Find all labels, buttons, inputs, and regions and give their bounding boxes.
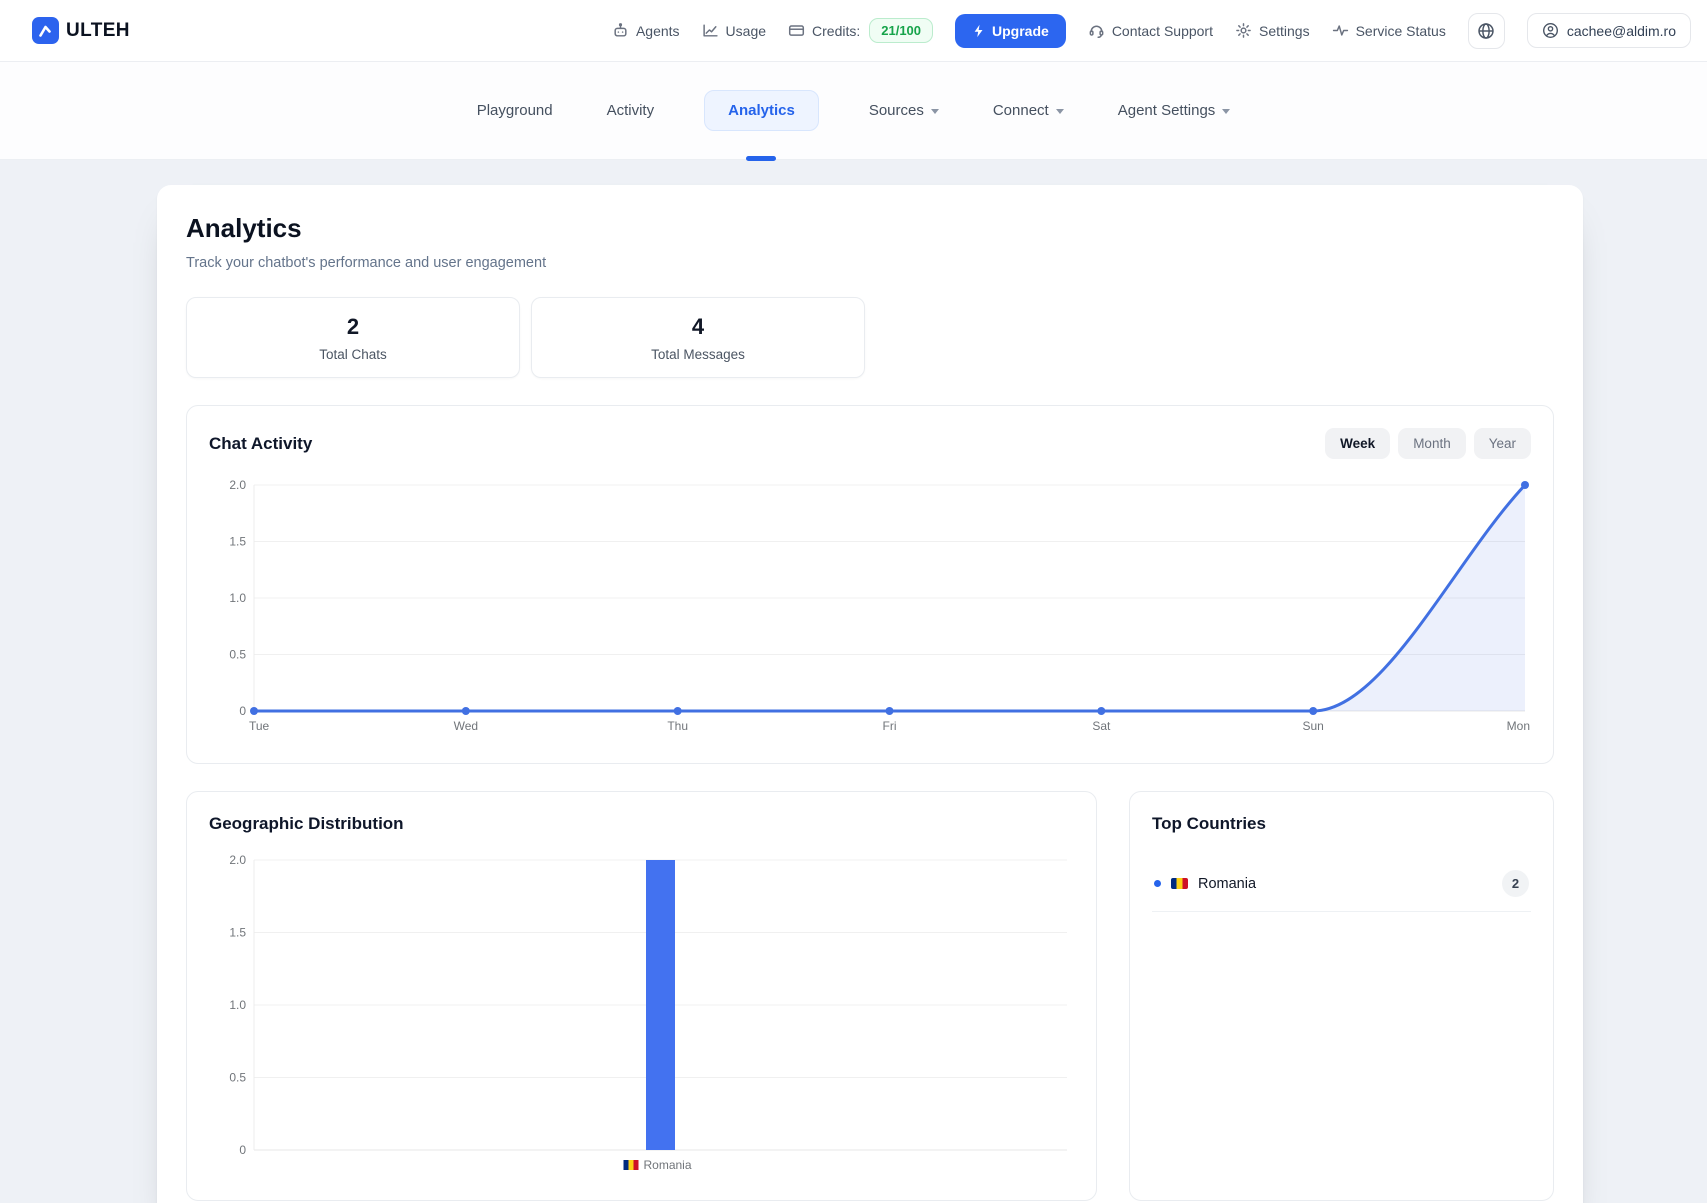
range-year-button[interactable]: Year	[1474, 428, 1531, 459]
svg-text:Wed: Wed	[454, 719, 478, 733]
country-list-item: Romania 2	[1152, 861, 1531, 912]
tab-sources[interactable]: Sources	[865, 91, 943, 130]
top-countries-panel: Top Countries Romania 2	[1129, 791, 1554, 1201]
chat-activity-title: Chat Activity	[209, 434, 312, 454]
credit-card-icon	[788, 22, 805, 39]
language-globe-button[interactable]	[1468, 13, 1505, 49]
svg-text:0.5: 0.5	[229, 1071, 246, 1085]
nav-contact-support[interactable]: Contact Support	[1088, 22, 1213, 39]
user-account-button[interactable]: cachee@aldim.ro	[1527, 13, 1691, 48]
nav-service-status[interactable]: Service Status	[1332, 22, 1446, 39]
chevron-down-icon	[931, 109, 939, 114]
brand[interactable]: ULTEH	[32, 17, 130, 44]
tab-agent-settings[interactable]: Agent Settings	[1114, 91, 1235, 130]
svg-text:1.5: 1.5	[229, 926, 246, 940]
pulse-icon	[1332, 22, 1349, 39]
chevron-down-icon	[1056, 109, 1064, 114]
bullet-dot-icon	[1154, 880, 1161, 887]
svg-text:Romania: Romania	[644, 1158, 692, 1172]
chat-activity-panel: Chat Activity Week Month Year 0 0.5 1.0 1.5…	[186, 405, 1554, 764]
chevron-down-icon	[1222, 109, 1230, 114]
geo-bar-chart: 0 0.5 1.0 1.5 2.0 Romania	[209, 846, 1074, 1178]
nav-credits[interactable]: Credits: 21/100	[788, 18, 933, 43]
range-month-button[interactable]: Month	[1398, 428, 1466, 459]
svg-text:0.5: 0.5	[229, 648, 246, 662]
tab-analytics[interactable]: Analytics	[704, 90, 819, 131]
tab-playground[interactable]: Playground	[473, 91, 557, 130]
svg-text:0: 0	[239, 704, 246, 718]
top-header: ULTEH Agents Usage Credits: 21/100 Upgra…	[0, 0, 1707, 62]
lightning-icon	[972, 24, 985, 38]
upgrade-button[interactable]: Upgrade	[955, 14, 1066, 48]
country-count-badge: 2	[1502, 870, 1529, 897]
svg-text:Sun: Sun	[1302, 719, 1323, 733]
nav-agents[interactable]: Agents	[612, 22, 680, 39]
header-nav: Agents Usage Credits: 21/100 Upgrade Con…	[612, 13, 1691, 49]
analytics-page-card: Analytics Track your chatbot's performan…	[157, 185, 1583, 1203]
tab-connect[interactable]: Connect	[989, 91, 1068, 130]
headset-icon	[1088, 22, 1105, 39]
chat-activity-line-chart: 0 0.5 1.0 1.5 2.0 Tue Wed Thu Fri Sat Sun Mon	[209, 469, 1533, 741]
tab-activity[interactable]: Activity	[603, 91, 659, 130]
brand-name: ULTEH	[66, 20, 130, 42]
romania-flag-icon	[1171, 878, 1188, 889]
svg-text:2.0: 2.0	[229, 478, 246, 492]
svg-text:2.0: 2.0	[229, 853, 246, 867]
user-icon	[1542, 22, 1559, 39]
stats-row: 2 Total Chats 4 Total Messages	[186, 297, 1554, 378]
svg-text:1.0: 1.0	[229, 591, 246, 605]
svg-text:Sat: Sat	[1092, 719, 1111, 733]
stat-total-messages: 4 Total Messages	[531, 297, 865, 378]
geographic-distribution-panel: Geographic Distribution 0 0.5 1.0 1.5 2.0 Rom…	[186, 791, 1097, 1201]
range-selector: Week Month Year	[1325, 428, 1531, 459]
svg-text:1.5: 1.5	[229, 535, 246, 549]
brand-logo-icon	[32, 17, 59, 44]
svg-text:0: 0	[239, 1143, 246, 1157]
active-tab-indicator	[746, 156, 776, 161]
nav-usage[interactable]: Usage	[702, 22, 766, 39]
gear-icon	[1235, 22, 1252, 39]
line-chart-icon	[702, 22, 719, 39]
svg-text:Fri: Fri	[883, 719, 897, 733]
range-week-button[interactable]: Week	[1325, 428, 1390, 459]
page-title: Analytics	[186, 213, 1554, 244]
page-subtitle: Track your chatbot's performance and use…	[186, 255, 1554, 271]
svg-text:1.0: 1.0	[229, 998, 246, 1012]
robot-icon	[612, 22, 629, 39]
svg-text:Mon: Mon	[1507, 719, 1530, 733]
geo-title: Geographic Distribution	[209, 814, 1074, 834]
top-countries-title: Top Countries	[1152, 814, 1531, 834]
stat-total-chats: 2 Total Chats	[186, 297, 520, 378]
svg-text:Thu: Thu	[667, 719, 688, 733]
svg-text:Tue: Tue	[249, 719, 270, 733]
credits-badge: 21/100	[869, 18, 933, 43]
agent-tab-bar: Playground Activity Analytics Sources Co…	[0, 62, 1707, 160]
globe-icon	[1477, 22, 1495, 40]
nav-settings[interactable]: Settings	[1235, 22, 1310, 39]
